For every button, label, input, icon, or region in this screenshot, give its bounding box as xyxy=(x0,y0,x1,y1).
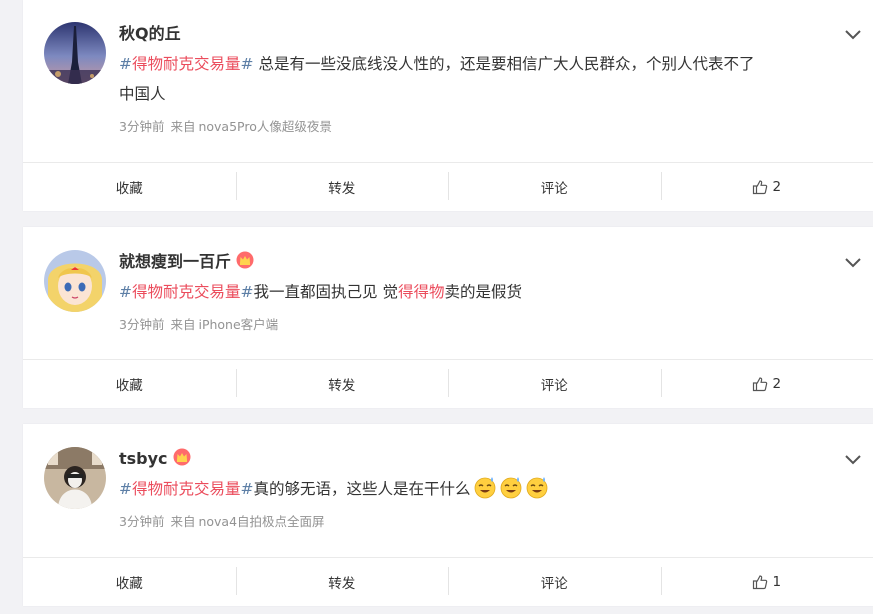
topic-link[interactable]: #得物耐克交易量# xyxy=(119,480,254,498)
username[interactable]: 就想瘦到一百斤 xyxy=(119,251,254,273)
vip-crown-icon xyxy=(173,448,191,466)
like-count: 2 xyxy=(772,179,782,195)
topic-link[interactable]: #得物耐克交易量# xyxy=(119,283,254,301)
comment-button[interactable]: 评论 xyxy=(448,558,661,606)
avatar[interactable] xyxy=(44,447,106,509)
from-label: 来自 xyxy=(170,514,196,529)
from-label: 来自 xyxy=(170,317,196,332)
repost-button[interactable]: 转发 xyxy=(235,558,449,606)
chevron-down-icon[interactable] xyxy=(843,449,863,469)
like-button[interactable]: 2 xyxy=(660,360,873,408)
device-link[interactable]: nova4自拍极点全面屏 xyxy=(198,514,324,529)
sweat-smile-emoji xyxy=(474,477,495,499)
post-content: #得物耐克交易量# 总是有一些没底线没人性的，还是要相信广大人民群众，个别人代表… xyxy=(119,49,839,109)
comment-button[interactable]: 评论 xyxy=(448,163,661,211)
post-card: 就想瘦到一百斤 #得物耐克交易量#我一直都固执己见 觉得得物卖的是假货 3分钟前… xyxy=(23,227,873,408)
like-button[interactable]: 2 xyxy=(660,163,873,211)
post-content: #得物耐克交易量#我一直都固执己见 觉得得物卖的是假货 xyxy=(119,277,839,307)
post-time[interactable]: 3分钟前 xyxy=(119,514,164,529)
thumbs-up-icon xyxy=(753,377,768,392)
repost-button[interactable]: 转发 xyxy=(235,360,449,408)
post-text: 总是有一些没底线没人性的，还是要相信广大人民群众，个别人代表不了 xyxy=(253,55,755,73)
action-bar: 收藏 转发 评论 2 xyxy=(23,162,873,211)
favorite-button[interactable]: 收藏 xyxy=(23,558,236,606)
sweat-smile-emoji xyxy=(500,477,521,499)
post-time[interactable]: 3分钟前 xyxy=(119,119,164,134)
emoji-group xyxy=(471,477,549,499)
action-bar: 收藏 转发 评论 2 xyxy=(23,359,873,408)
weibo-feed: 秋Q的丘 #得物耐克交易量# 总是有一些没底线没人性的，还是要相信广大人民群众，… xyxy=(0,0,873,614)
post-meta: 3分钟前 来自 nova4自拍极点全面屏 xyxy=(119,513,325,531)
thumbs-up-icon xyxy=(753,180,768,195)
post-text-line2: 中国人 xyxy=(119,85,166,103)
device-link[interactable]: nova5Pro人像超级夜景 xyxy=(198,119,331,134)
username[interactable]: tsbyc xyxy=(119,448,191,470)
device-link[interactable]: iPhone客户端 xyxy=(198,317,278,332)
post-card: tsbyc #得物耐克交易量#真的够无语，这些人是在干什么 3分钟前 来自 nova… xyxy=(23,424,873,606)
like-count: 2 xyxy=(772,376,782,392)
favorite-button[interactable]: 收藏 xyxy=(23,163,236,211)
username[interactable]: 秋Q的丘 xyxy=(119,23,181,45)
post-text-tail: 卖的是假货 xyxy=(444,283,522,301)
like-count: 1 xyxy=(772,574,782,590)
post-card: 秋Q的丘 #得物耐克交易量# 总是有一些没底线没人性的，还是要相信广大人民群众，… xyxy=(23,0,873,211)
avatar[interactable] xyxy=(44,22,106,84)
post-text: 我一直都固执己见 觉 xyxy=(253,283,398,301)
chevron-down-icon[interactable] xyxy=(843,24,863,44)
chevron-down-icon[interactable] xyxy=(843,252,863,272)
comment-button[interactable]: 评论 xyxy=(448,360,661,408)
post-text: 真的够无语，这些人是在干什么 xyxy=(253,480,471,498)
post-meta: 3分钟前 来自 iPhone客户端 xyxy=(119,316,278,334)
topic-link[interactable]: #得物耐克交易量# xyxy=(119,55,254,73)
action-bar: 收藏 转发 评论 1 xyxy=(23,557,873,606)
like-button[interactable]: 1 xyxy=(660,558,873,606)
vip-crown-icon xyxy=(236,251,254,269)
post-content: #得物耐克交易量#真的够无语，这些人是在干什么 xyxy=(119,474,839,504)
avatar[interactable] xyxy=(44,250,106,312)
favorite-button[interactable]: 收藏 xyxy=(23,360,236,408)
sweat-smile-emoji xyxy=(526,477,547,499)
post-meta: 3分钟前 来自 nova5Pro人像超级夜景 xyxy=(119,118,332,136)
repost-button[interactable]: 转发 xyxy=(235,163,449,211)
inline-keyword-link[interactable]: 得得物 xyxy=(398,283,445,301)
thumbs-up-icon xyxy=(753,575,768,590)
post-time[interactable]: 3分钟前 xyxy=(119,317,164,332)
from-label: 来自 xyxy=(170,119,196,134)
